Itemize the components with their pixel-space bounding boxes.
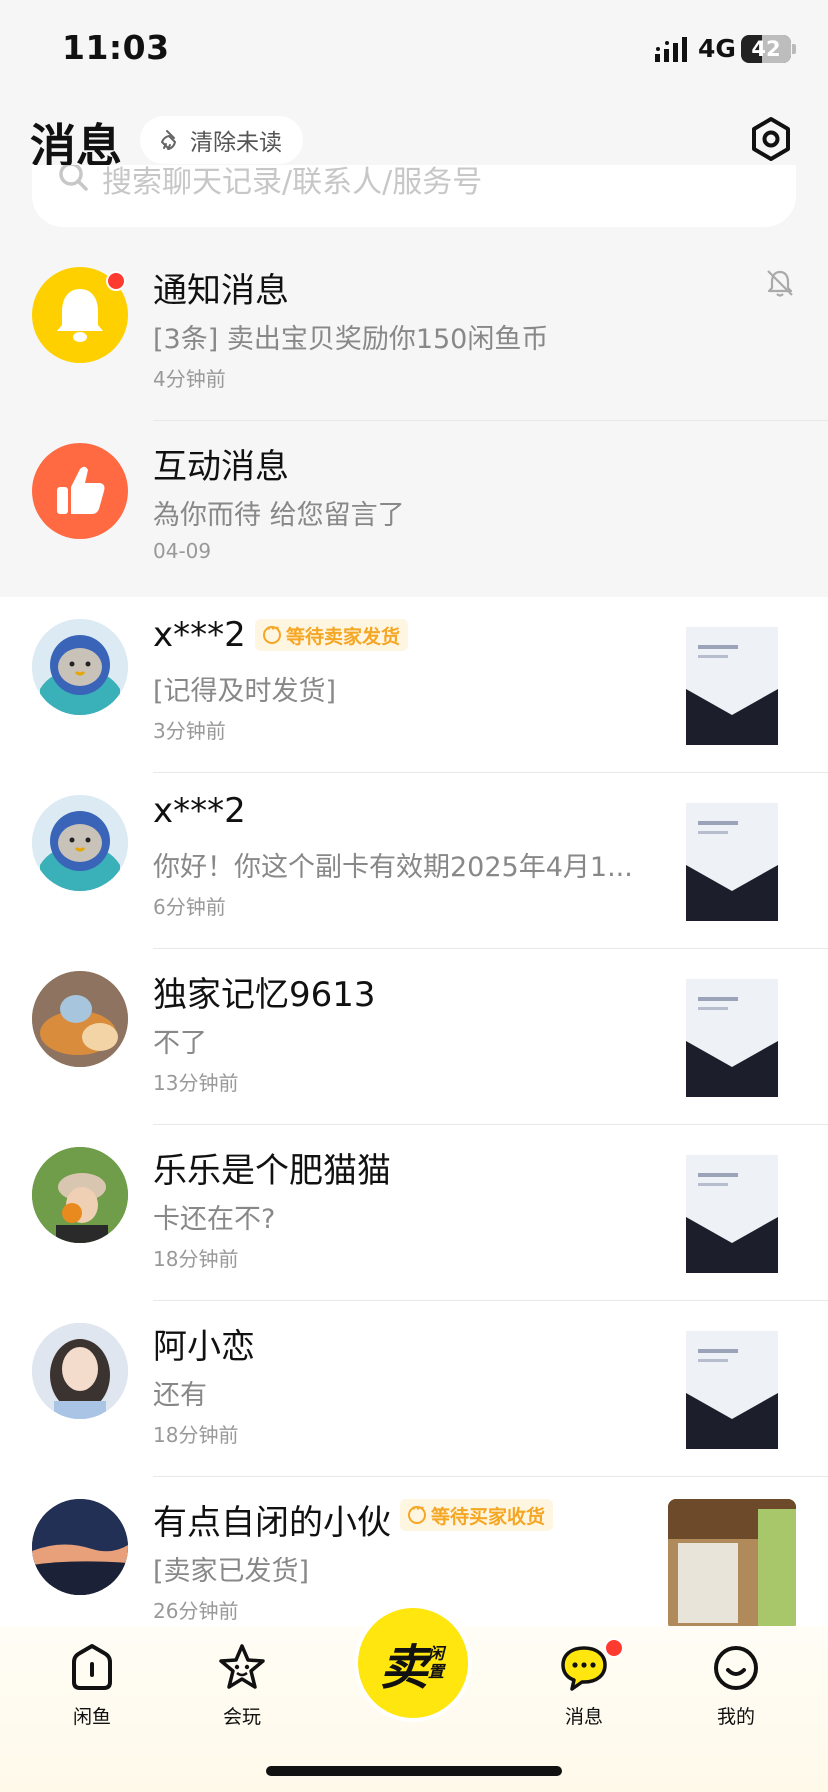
contact-name: 阿小恋 bbox=[153, 1327, 255, 1367]
item-thumbnail bbox=[668, 795, 796, 927]
person-avatar-icon bbox=[32, 1323, 128, 1419]
avatar bbox=[32, 795, 128, 891]
sky-avatar-icon bbox=[32, 1499, 128, 1595]
tab-label: 我的 bbox=[716, 1706, 755, 1728]
notification-row[interactable]: 通知消息 [3条] 卖出宝贝奖励你150闲鱼币 4分钟前 bbox=[0, 245, 828, 421]
row-title: 互动消息 bbox=[153, 447, 289, 487]
order-status-badge: 等待卖家发货 bbox=[255, 619, 409, 651]
item-thumbnail bbox=[668, 1499, 796, 1631]
battery-cap bbox=[792, 44, 796, 54]
search-icon bbox=[59, 165, 88, 191]
item-thumbnail bbox=[668, 1147, 796, 1279]
interaction-row[interactable]: 互动消息 為你而待 给您留言了 04-09 bbox=[0, 421, 828, 597]
message-time: 6分钟前 bbox=[153, 895, 226, 919]
item-thumbnail bbox=[668, 1323, 796, 1455]
sell-sublabel: 闲置 bbox=[428, 1644, 445, 1681]
mute-bell-icon bbox=[767, 270, 793, 297]
clear-unread-button[interactable]: 清除未读 bbox=[140, 116, 303, 164]
network-type: 4G bbox=[698, 34, 736, 63]
last-message: 不了 bbox=[153, 1028, 207, 1059]
order-status-badge: 等待买家收货 bbox=[400, 1499, 554, 1531]
chat-bubble-icon bbox=[561, 1646, 607, 1691]
thumbs-up-icon bbox=[57, 466, 105, 514]
tab-home[interactable]: 闲鱼 bbox=[42, 1642, 142, 1729]
last-message: [记得及时发货] bbox=[153, 676, 337, 707]
avatar bbox=[32, 1323, 128, 1419]
search-bar[interactable]: 搜索聊天记录/联系人/服务号 bbox=[32, 165, 796, 227]
status-time: 11:03 bbox=[62, 28, 170, 67]
tab-mine[interactable]: 我的 bbox=[686, 1642, 786, 1729]
avatar bbox=[32, 971, 128, 1067]
search-placeholder: 搜索聊天记录/联系人/服务号 bbox=[102, 165, 483, 200]
item-thumbnail bbox=[668, 619, 796, 751]
last-message: [卖家已发货] bbox=[153, 1556, 310, 1587]
more-dots-icon bbox=[408, 1501, 426, 1524]
home-indicator[interactable] bbox=[266, 1766, 562, 1776]
conversation-row[interactable]: 乐乐是个肥猫猫 卡还在不? 18分钟前 bbox=[0, 1125, 828, 1301]
signal-icon bbox=[655, 37, 687, 62]
battery-icon: 42 bbox=[741, 35, 791, 63]
last-message: 卡还在不? bbox=[153, 1204, 276, 1235]
clear-unread-label: 清除未读 bbox=[190, 130, 282, 156]
contact-name: 乐乐是个肥猫猫 bbox=[153, 1151, 391, 1191]
message-time: 26分钟前 bbox=[153, 1599, 239, 1623]
plush-toys-avatar-icon bbox=[32, 971, 128, 1067]
row-time: 4分钟前 bbox=[153, 367, 226, 391]
conversation-row[interactable]: 独家记忆9613 不了 13分钟前 bbox=[0, 949, 828, 1125]
unread-dot bbox=[106, 271, 126, 291]
message-time: 3分钟前 bbox=[153, 719, 226, 743]
row-time: 04-09 bbox=[153, 539, 212, 563]
row-message: 為你而待 给您留言了 bbox=[153, 500, 405, 531]
tab-label: 会玩 bbox=[222, 1706, 261, 1728]
avatar bbox=[32, 619, 128, 715]
conversation-row[interactable]: x***2 你好！你这个副卡有效期2025年4月1... 6分钟前 bbox=[0, 773, 828, 949]
order-status-text: 等待卖家发货 bbox=[286, 625, 401, 648]
last-message: 你好！你这个副卡有效期2025年4月1... bbox=[153, 852, 633, 883]
sell-label: 卖 bbox=[379, 1640, 428, 1696]
star-face-icon bbox=[219, 1644, 265, 1689]
home-icon bbox=[72, 1644, 112, 1690]
contact-name: 独家记忆9613 bbox=[153, 975, 376, 1015]
item-thumbnail bbox=[668, 971, 796, 1103]
row-title: 通知消息 bbox=[153, 271, 289, 311]
avatar bbox=[32, 1499, 128, 1595]
contact-name: x***2 bbox=[153, 791, 246, 831]
contact-name: x***2 bbox=[153, 615, 246, 655]
interaction-avatar bbox=[32, 443, 128, 539]
status-bar: 11:03 4G 42 bbox=[0, 0, 828, 100]
message-time: 13分钟前 bbox=[153, 1071, 239, 1095]
messages-unread-dot bbox=[604, 1638, 624, 1658]
order-status-text: 等待买家收货 bbox=[431, 1505, 546, 1528]
settings-icon[interactable] bbox=[748, 116, 794, 162]
person-avatar-icon bbox=[32, 1147, 128, 1243]
tab-label: 闲鱼 bbox=[72, 1706, 111, 1728]
battery-level: 42 bbox=[751, 37, 781, 61]
contact-name: 有点自闭的小伙 bbox=[153, 1503, 391, 1543]
broom-icon bbox=[161, 130, 176, 150]
avatar bbox=[32, 1147, 128, 1243]
conversation-row[interactable]: 阿小恋 还有 18分钟前 bbox=[0, 1301, 828, 1477]
cat-avatar-icon bbox=[32, 795, 128, 891]
conversation-row[interactable]: x***2 等待卖家发货 [记得及时发货] 3分钟前 bbox=[0, 597, 828, 773]
more-dots-icon bbox=[263, 621, 281, 644]
smile-face-icon bbox=[714, 1646, 758, 1690]
message-time: 18分钟前 bbox=[153, 1247, 239, 1271]
sell-button[interactable]: 卖 闲置 bbox=[354, 1604, 472, 1722]
message-time: 18分钟前 bbox=[153, 1423, 239, 1447]
row-message: [3条] 卖出宝贝奖励你150闲鱼币 bbox=[153, 324, 549, 355]
tab-play[interactable]: 会玩 bbox=[192, 1642, 292, 1729]
last-message: 还有 bbox=[153, 1380, 207, 1411]
tab-label: 消息 bbox=[564, 1706, 603, 1728]
cat-avatar-icon bbox=[32, 619, 128, 715]
